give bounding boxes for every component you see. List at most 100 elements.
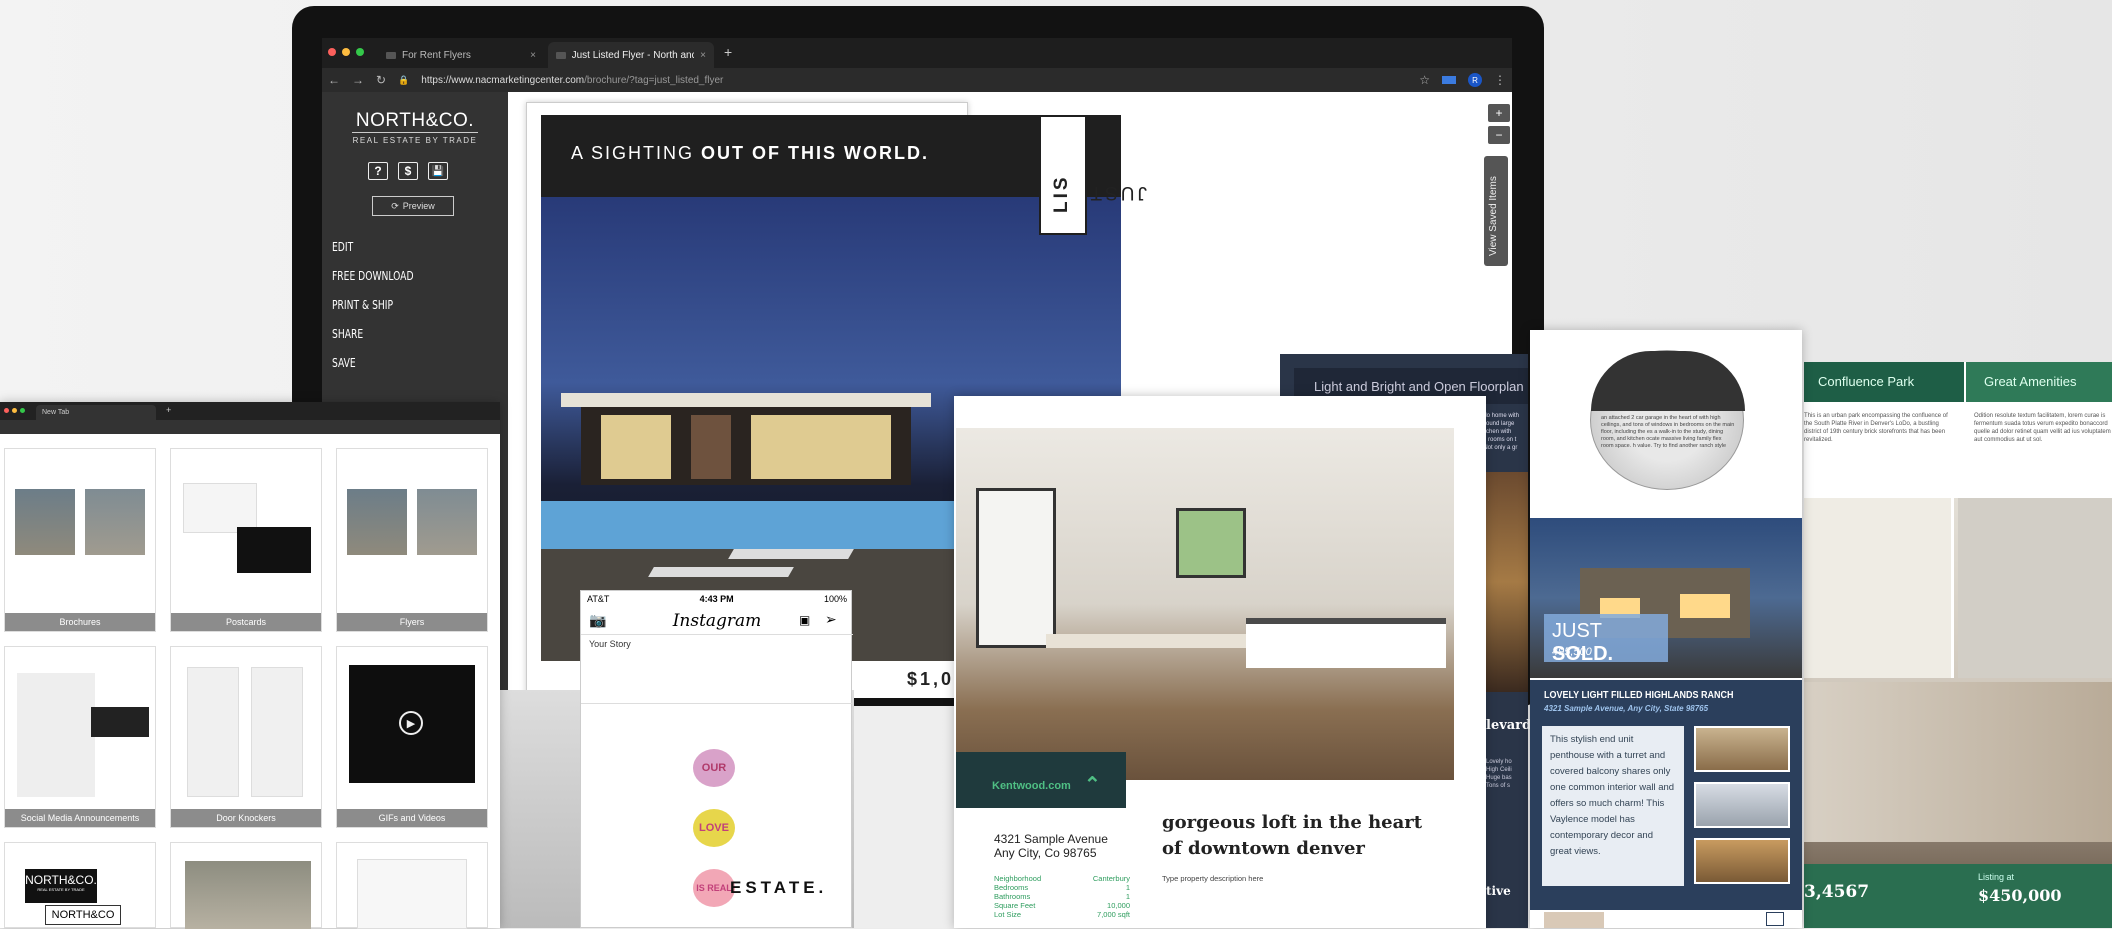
kentwood-title: gorgeous loft in the heart of downtown d… <box>1162 810 1422 862</box>
product-card-partial[interactable]: NORTH&CO. REAL ESTATE BY TRADE NORTH&CO <box>4 842 156 928</box>
tab-close-icon[interactable]: × <box>530 50 536 61</box>
pricing-icon[interactable]: $ <box>398 162 418 180</box>
new-tab-address-bar[interactable] <box>0 420 500 434</box>
camera-icon[interactable]: 📷 <box>589 613 606 629</box>
your-story-label[interactable]: Your Story <box>589 639 631 649</box>
confluence-price-left: 3,4567 <box>1804 882 1870 902</box>
circle-photo: an attached 2 car garage in the heart of… <box>1590 350 1745 490</box>
minimize-window-icon[interactable] <box>12 408 17 413</box>
detail-row: Lot Size 7,000 sqft <box>994 910 1130 919</box>
zoom-out-icon[interactable]: − <box>1488 126 1510 144</box>
confluence-price-bar: 3,4567 Listing at $450,000 <box>1804 864 2112 928</box>
card-thumbnail <box>251 667 303 797</box>
forward-arrow-icon[interactable]: → <box>352 73 364 87</box>
tab-close-icon[interactable]: × <box>700 50 706 61</box>
product-card-postcards[interactable]: Postcards <box>170 448 322 632</box>
zoom-controls: + − <box>1488 104 1510 144</box>
equal-housing-icon <box>1766 912 1784 926</box>
zoom-in-icon[interactable]: + <box>1488 104 1510 122</box>
tab-label: New Tab <box>42 409 70 416</box>
back-arrow-icon[interactable]: ← <box>328 73 340 87</box>
phone-status-bar: AT&T 4:43 PM 100% <box>581 591 853 607</box>
menu-item-free-download[interactable]: FREE DOWNLOAD <box>332 269 414 283</box>
sidebar-menu: EDIT FREE DOWNLOAD PRINT & SHIP SHARE SA… <box>332 240 414 370</box>
card-thumbnail <box>417 489 477 555</box>
just-sold-body: This stylish end unit penthouse with a t… <box>1542 726 1684 886</box>
just-listed-vertical-tag[interactable]: JUST LIS <box>1039 115 1147 235</box>
product-card-door-knockers[interactable]: Door Knockers <box>170 646 322 828</box>
card-label: Brochures <box>5 613 155 631</box>
room-photo <box>1958 498 2112 678</box>
flyer-headline[interactable]: A SIGHTING OUT OF THIS WORLD. <box>541 115 1121 197</box>
menu-item-edit[interactable]: EDIT <box>332 240 414 254</box>
just-sold-title: LOVELY LIGHT FILLED HIGHLANDS RANCH <box>1544 690 1734 701</box>
product-card-gifs-videos[interactable]: ▶ GIFs and Videos <box>336 646 488 828</box>
url-field[interactable]: https://www.nacmarketingcenter.com/broch… <box>421 75 723 86</box>
detail-row: Neighborhood Canterbury <box>994 874 1130 883</box>
title-line1: gorgeous loft in the heart <box>1162 812 1423 833</box>
product-card-brochures[interactable]: Brochures <box>4 448 156 632</box>
new-tab-button[interactable]: + <box>166 405 171 415</box>
preview-button[interactable]: ⟳ Preview <box>372 196 454 216</box>
menu-item-share[interactable]: SHARE <box>332 327 414 341</box>
address-bar-row: ← → ↻ 🔒 https://www.nacmarketingcenter.c… <box>322 68 1512 92</box>
dining-table <box>1046 634 1246 648</box>
kentwood-address: 4321 Sample Avenue Any City, Co 98765 <box>994 832 1108 860</box>
url-path: /brochure/?tag=just_listed_flyer <box>584 74 724 86</box>
bookmark-star-icon[interactable]: ☆ <box>1419 73 1430 87</box>
light-flyer-bullets: Lovely ho High Ceili Huge bas Tons of s <box>1486 758 1512 790</box>
minimize-window-icon[interactable] <box>342 48 350 56</box>
card-label: Postcards <box>171 613 321 631</box>
card-label: Flyers <box>337 613 487 631</box>
title-line2: of downtown denver <box>1162 838 1365 859</box>
agent-photo <box>1544 912 1604 928</box>
house-wall <box>691 415 731 479</box>
maximize-window-icon[interactable] <box>356 48 364 56</box>
listing-price: $450,000 <box>1978 886 2062 905</box>
detail-row: Bathrooms 1 <box>994 892 1130 901</box>
new-tab-button[interactable]: + <box>724 44 732 60</box>
new-tab-tab-bar: New Tab + <box>0 402 500 420</box>
house-roof <box>561 393 931 407</box>
igtv-icon[interactable]: ▣ <box>799 613 810 627</box>
kebab-menu-icon[interactable]: ⋮ <box>1494 73 1506 87</box>
confluence-header: Confluence Park <box>1804 362 1964 402</box>
close-window-icon[interactable] <box>4 408 9 413</box>
extension-icon[interactable] <box>1442 76 1456 84</box>
profile-avatar[interactable]: R <box>1468 73 1482 87</box>
maximize-window-icon[interactable] <box>20 408 25 413</box>
save-disk-icon[interactable]: 💾 <box>428 162 448 180</box>
tab-new-tab[interactable]: New Tab <box>36 405 156 420</box>
product-card-partial[interactable] <box>336 842 488 929</box>
product-card-flyers[interactable]: Flyers <box>336 448 488 632</box>
tab-just-listed-flyer[interactable]: Just Listed Flyer - North and C × <box>548 42 714 68</box>
tab-for-rent-flyers[interactable]: For Rent Flyers × <box>378 42 544 68</box>
just-sold-address: 4321 Sample Avenue, Any City, State 9876… <box>1544 704 1709 713</box>
window-controls <box>4 408 25 413</box>
product-card-partial[interactable] <box>170 842 322 929</box>
card-thumbnail <box>347 489 407 555</box>
product-card-social-media[interactable]: Social Media Announcements <box>4 646 156 828</box>
direct-message-icon[interactable]: ➢ <box>825 612 837 628</box>
candy-heart: IS REAL <box>693 869 735 907</box>
play-icon[interactable]: ▶ <box>399 711 423 735</box>
close-window-icon[interactable] <box>328 48 336 56</box>
bullet-item: High Ceili <box>1486 767 1512 773</box>
help-icon[interactable]: ? <box>368 162 388 180</box>
detail-row: Square Feet 10,000 <box>994 901 1130 910</box>
carrier: AT&T <box>587 594 610 604</box>
confluence-col1-text: This is an urban park encompassing the c… <box>1804 413 1948 443</box>
kitchen-window <box>1176 508 1246 578</box>
url-host: https://www.nacmarketingcenter.com <box>421 74 585 86</box>
confluence-room-photos <box>1804 498 2112 898</box>
brand-logo-thumb: NORTH&CO. REAL ESTATE BY TRADE <box>25 869 97 903</box>
kentwood-description: Type property description here <box>1162 874 1264 883</box>
candy-heart: OUR <box>693 749 735 787</box>
tab-label: Just Listed Flyer - North and C <box>571 49 695 61</box>
listing-label: Listing at <box>1978 872 2015 882</box>
kitchen-island <box>1246 618 1446 668</box>
view-saved-items-tab[interactable]: View Saved Items <box>1484 156 1508 266</box>
reload-icon[interactable]: ↻ <box>376 73 386 87</box>
menu-item-print-ship[interactable]: PRINT & SHIP <box>332 298 414 312</box>
menu-item-save[interactable]: SAVE <box>332 356 414 370</box>
